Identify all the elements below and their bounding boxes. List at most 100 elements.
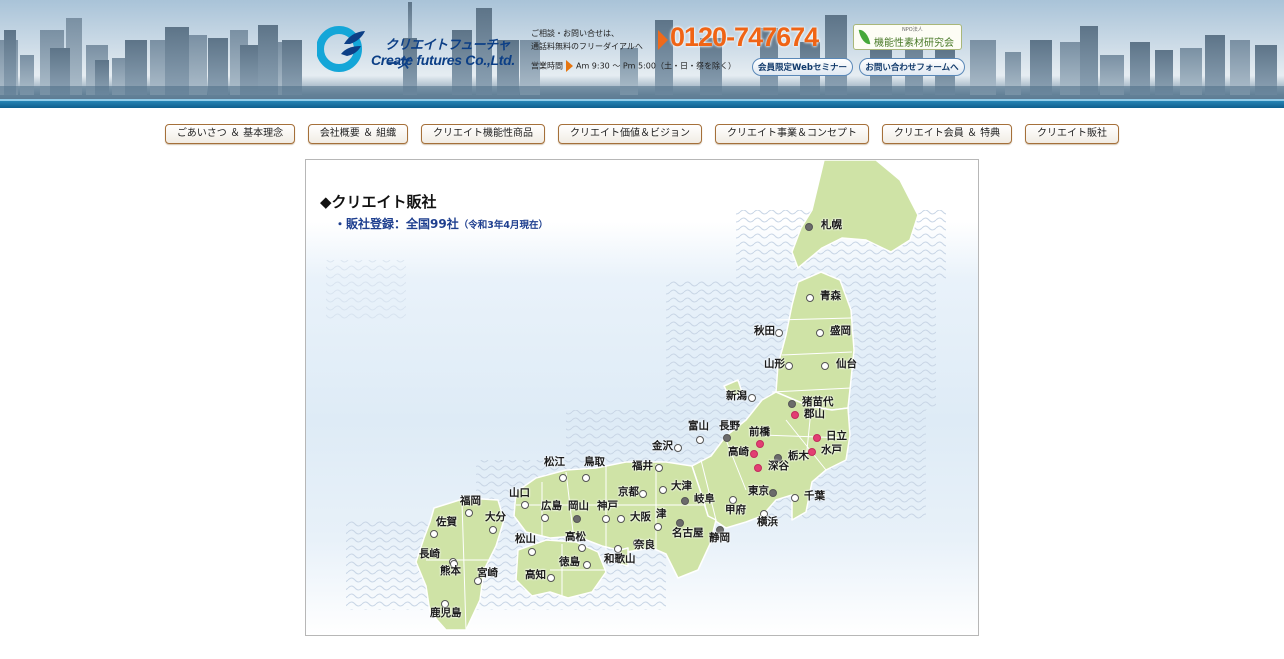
- nav-sales-agencies[interactable]: クリエイト販社: [1025, 124, 1119, 144]
- city-label: 大阪: [630, 511, 651, 523]
- company-logo[interactable]: クリエイトフューチャーズ Create futures Co.,Ltd.: [317, 24, 522, 74]
- city-label: 高崎: [728, 446, 749, 458]
- phone-arrow-icon: [658, 30, 668, 50]
- nav-greeting-philosophy[interactable]: ごあいさつ ＆ 基本理念: [165, 124, 295, 144]
- city-label: 栃木: [788, 450, 809, 462]
- city-label: 秋田: [754, 325, 775, 337]
- city-label: 水戸: [821, 444, 842, 456]
- city-label: 津: [656, 508, 667, 520]
- npo-small-label: NPO法人: [902, 27, 923, 33]
- city-label: 大分: [485, 511, 506, 523]
- subtitle-bullet: ・: [334, 217, 347, 231]
- city-label: 仙台: [836, 358, 857, 370]
- city-marker-dot: [465, 509, 473, 517]
- header-divider-bar: [0, 99, 1284, 108]
- city-marker-dot: [541, 514, 549, 522]
- nav-members-benefits[interactable]: クリエイト会員 ＆ 特典: [882, 124, 1012, 144]
- city-label: 徳島: [559, 556, 580, 568]
- city-marker-dot: [617, 515, 625, 523]
- city-label: 長崎: [419, 548, 440, 560]
- leaf-icon: [858, 28, 871, 46]
- city-marker-dot: [723, 434, 731, 442]
- nav-functional-products[interactable]: クリエイト機能性商品: [421, 124, 545, 144]
- city-marker-dot: [521, 501, 529, 509]
- city-label: 鳥取: [584, 456, 605, 468]
- city-label: 神戸: [597, 500, 618, 512]
- sales-agency-map-panel: ◆クリエイト販社 ・販社登録：全国99社（令和3年4月現在） 札幌青森秋田 盛岡山…: [305, 159, 979, 636]
- nav-company-profile[interactable]: 会社概要 ＆ 組織: [308, 124, 408, 144]
- city-marker-dot: [654, 523, 662, 531]
- city-label: 深谷: [768, 460, 789, 472]
- business-hours: 営業時間 Am 9:30 〜 Pm 5:00（土・日・祭を除く）: [531, 60, 736, 72]
- city-marker-dot: [547, 574, 555, 582]
- npo-functional-materials-banner[interactable]: NPO法人 機能性素材研究会: [853, 24, 962, 50]
- city-label: 甲府: [725, 504, 746, 516]
- city-label: 和歌山: [604, 553, 636, 565]
- city-marker-dot: [791, 411, 799, 419]
- city-marker-dot: [750, 450, 758, 458]
- city-label: 大津: [671, 480, 692, 492]
- city-label: 山形: [764, 358, 785, 370]
- city-marker-dot: [655, 464, 663, 472]
- city-label: 新潟: [726, 390, 747, 402]
- city-marker-dot: [748, 394, 756, 402]
- triangle-arrow-icon: [566, 60, 573, 72]
- city-marker-dot: [681, 497, 689, 505]
- npo-name: 機能性素材研究会: [874, 38, 954, 49]
- city-marker-dot: [602, 515, 610, 523]
- city-marker-dot: [821, 362, 829, 370]
- map-subtitle: ・販社登録：全国99社（令和3年4月現在）: [334, 215, 548, 232]
- city-label: 岡山: [568, 500, 589, 512]
- city-marker-dot: [808, 448, 816, 456]
- city-marker-dot: [754, 464, 762, 472]
- logo-mark-icon: [317, 26, 365, 72]
- contact-form-button[interactable]: お問い合わせフォームへ: [859, 58, 965, 76]
- city-marker-dot: [583, 561, 591, 569]
- nav-value-vision[interactable]: クリエイト価値＆ビジョン: [558, 124, 702, 144]
- city-label: 静岡: [709, 532, 730, 544]
- city-marker-dot: [489, 526, 497, 534]
- city-label: 東京: [748, 485, 769, 497]
- logo-english-text: Create futures Co.,Ltd.: [371, 52, 516, 68]
- city-label: 福岡: [460, 495, 481, 507]
- city-marker-dot: [813, 434, 821, 442]
- city-label: 広島: [541, 500, 562, 512]
- toll-free-phone-number[interactable]: 0120-747674: [670, 22, 819, 53]
- contact-line-1: ご相談・お問い合せは、: [531, 29, 619, 38]
- city-label: 金沢: [652, 440, 673, 452]
- city-label: 青森: [820, 290, 841, 302]
- city-marker-dot: [785, 362, 793, 370]
- city-marker-dot: [573, 515, 581, 523]
- city-label: 岐阜: [694, 493, 715, 505]
- city-label: 奈良: [634, 539, 655, 551]
- city-label: 横浜: [757, 516, 778, 528]
- city-label: 鹿児島: [430, 607, 462, 619]
- contact-line-2: 通話料無料のフリーダイアルへ: [531, 42, 643, 51]
- agency-count-date: （令和3年4月現在）: [458, 220, 548, 231]
- city-marker-dot: [756, 440, 764, 448]
- nav-business-concept[interactable]: クリエイト事業＆コンセプト: [715, 124, 869, 144]
- hours-value: Am 9:30 〜 Pm 5:00（土・日・祭を除く）: [576, 61, 736, 71]
- city-label: 盛岡: [830, 325, 851, 337]
- city-label: 高知: [525, 569, 546, 581]
- city-marker-dot: [659, 486, 667, 494]
- city-marker-dot: [559, 474, 567, 482]
- city-label: 名古屋: [672, 527, 704, 539]
- city-label: 山口: [509, 487, 530, 499]
- city-marker-dot: [639, 490, 647, 498]
- city-label: 札幌: [821, 219, 842, 231]
- city-label: 熊本: [440, 565, 461, 577]
- members-web-seminar-button[interactable]: 会員限定Webセミナー: [752, 58, 853, 76]
- city-marker-dot: [791, 494, 799, 502]
- city-marker-dot: [788, 400, 796, 408]
- city-label: 長野: [719, 420, 740, 432]
- site-header: クリエイトフューチャーズ Create futures Co.,Ltd. ご相談…: [0, 0, 1284, 108]
- city-label: 千葉: [804, 490, 825, 502]
- city-label: 日立: [826, 430, 847, 442]
- city-marker-dot: [806, 294, 814, 302]
- city-marker-dot: [775, 329, 783, 337]
- city-marker-dot: [582, 474, 590, 482]
- city-marker-dot: [696, 436, 704, 444]
- hours-label: 営業時間: [531, 61, 563, 71]
- map-title: ◆クリエイト販社: [320, 193, 437, 211]
